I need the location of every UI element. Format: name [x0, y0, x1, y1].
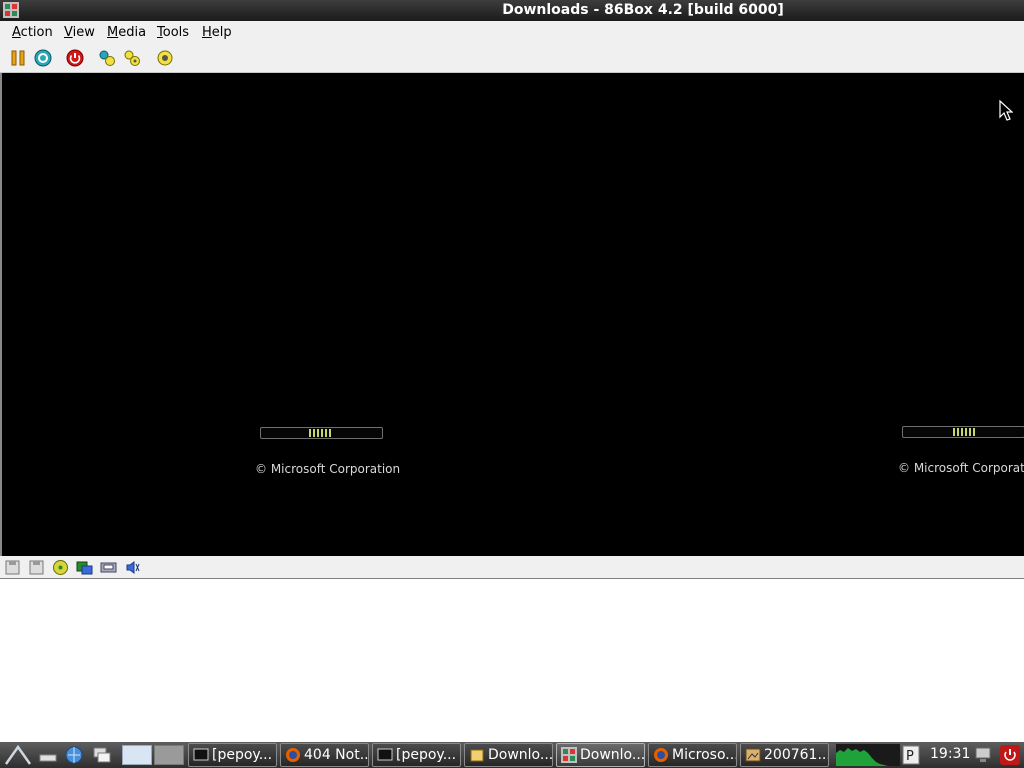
- floppy-2-icon[interactable]: [28, 559, 45, 576]
- window-title: Downloads - 86Box 4.2 [build 6000]: [502, 2, 784, 18]
- boot-progress-indicator: [309, 429, 331, 437]
- taskbar-clock[interactable]: 19:31: [930, 746, 970, 762]
- workspace-2[interactable]: [154, 745, 184, 765]
- network-icon[interactable]: [100, 559, 117, 576]
- ctrl-alt-del-icon[interactable]: [98, 49, 116, 67]
- desktop-background: [0, 579, 1024, 742]
- menu-help[interactable]: Help: [202, 25, 232, 40]
- hard-disk-icon[interactable]: [76, 559, 93, 576]
- task-firefox-microsoft[interactable]: Microso...: [648, 743, 737, 767]
- task-terminal-2[interactable]: [pepoy...: [372, 743, 461, 767]
- boot-progress-bar-duplicate: [902, 426, 1024, 438]
- settings-icon[interactable]: [156, 49, 174, 67]
- 86box-icon: [561, 747, 577, 763]
- ctrl-alt-esc-icon[interactable]: [123, 49, 141, 67]
- cpu-monitor-graph[interactable]: [836, 744, 900, 766]
- reset-icon[interactable]: [34, 49, 52, 67]
- menu-action[interactable]: Action: [12, 25, 53, 40]
- folder-icon: [470, 749, 484, 762]
- toolbar: [0, 43, 1024, 73]
- pidgin-tray-icon[interactable]: P: [902, 745, 920, 765]
- mouse-cursor-icon: [999, 100, 1013, 121]
- task-firefox-404[interactable]: 404 Not...: [280, 743, 369, 767]
- boot-progress-indicator-duplicate: [953, 428, 975, 436]
- status-bar: [0, 556, 1024, 579]
- menu-tools[interactable]: Tools: [157, 25, 189, 40]
- terminal-icon: [193, 748, 209, 761]
- task-terminal-1[interactable]: [pepoy...: [188, 743, 277, 767]
- terminal-icon: [377, 748, 393, 761]
- image-viewer-icon: [745, 748, 761, 762]
- pause-icon[interactable]: [9, 49, 27, 67]
- workspace-1[interactable]: [122, 745, 152, 765]
- copyright-text: © Microsoft Corporation: [255, 462, 401, 476]
- window-titlebar[interactable]: Downloads - 86Box 4.2 [build 6000]: [0, 0, 1024, 21]
- task-file-manager-downloads[interactable]: Downlo...: [464, 743, 553, 767]
- firefox-icon: [286, 748, 300, 762]
- logout-power-icon[interactable]: [1000, 745, 1020, 765]
- menu-bar: Action View Media Tools Help: [0, 21, 1024, 43]
- desktop-root: Downloads - 86Box 4.2 [build 6000] Actio…: [0, 0, 1024, 768]
- show-desktop-icon[interactable]: [38, 745, 58, 765]
- network-tray-icon[interactable]: [974, 746, 992, 764]
- firefox-icon: [654, 748, 668, 762]
- task-image-viewer[interactable]: 200761...: [740, 743, 829, 767]
- taskbar: [pepoy... 404 Not... [pepoy... Downlo...…: [0, 742, 1024, 768]
- copyright-text-duplicate: © Microsoft Corporation: [898, 461, 1024, 475]
- menu-view[interactable]: View: [64, 25, 95, 40]
- task-86box-downloads[interactable]: Downlo...: [556, 743, 645, 767]
- menu-media[interactable]: Media: [107, 25, 146, 40]
- boot-progress-bar: [260, 427, 383, 439]
- browser-launcher-icon[interactable]: [64, 745, 84, 765]
- svg-text:P: P: [906, 749, 914, 764]
- start-menu-icon[interactable]: [4, 745, 32, 765]
- floppy-1-icon[interactable]: [4, 559, 21, 576]
- window-switcher-icon[interactable]: [92, 745, 112, 765]
- cdrom-icon[interactable]: [52, 559, 69, 576]
- power-icon[interactable]: [66, 49, 84, 67]
- emulator-screen[interactable]: © Microsoft Corporation © Microsoft Corp…: [0, 73, 1024, 556]
- sound-icon[interactable]: [124, 559, 141, 576]
